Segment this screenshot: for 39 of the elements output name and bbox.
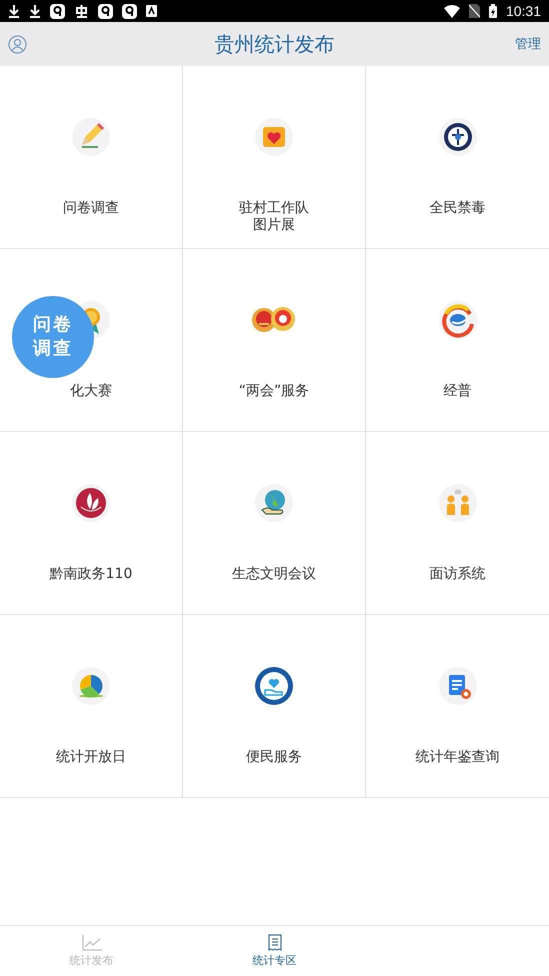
tile-label[interactable]: “两会”服务 bbox=[238, 383, 310, 400]
app-title: 贵州统计发布 bbox=[214, 30, 334, 58]
tile-label[interactable]: 统计年鉴查询 bbox=[416, 749, 500, 766]
ring-logo-icon bbox=[438, 300, 478, 340]
people-icon bbox=[438, 483, 478, 523]
globe-hand-icon bbox=[254, 483, 294, 523]
tile-label[interactable]: 化大赛 bbox=[70, 383, 112, 400]
tab[interactable]: 统计专区 bbox=[183, 926, 366, 976]
download-icon bbox=[8, 4, 20, 18]
heart-hand-icon bbox=[254, 666, 294, 706]
tile-label[interactable]: 问卷调查 bbox=[63, 200, 119, 217]
document-search-icon bbox=[438, 666, 478, 706]
heart-box-icon bbox=[254, 117, 294, 157]
tile-label[interactable]: 经普 bbox=[444, 383, 472, 400]
status-time: 10:31 bbox=[506, 3, 541, 19]
no-sim-icon bbox=[468, 4, 480, 18]
tile-label[interactable]: 驻村工作队图片展 bbox=[236, 200, 312, 234]
battery-icon bbox=[488, 4, 497, 18]
tile-label[interactable]: 面访系统 bbox=[430, 566, 486, 583]
tile-label[interactable]: 便民服务 bbox=[246, 749, 302, 766]
line-chart-icon bbox=[82, 934, 102, 950]
tile-label[interactable]: 黔南政务110 bbox=[50, 566, 132, 583]
document-icon bbox=[268, 934, 282, 951]
emblem-icon bbox=[438, 117, 478, 157]
download-icon bbox=[29, 4, 41, 18]
tile-label[interactable]: 统计开放日 bbox=[56, 749, 126, 766]
app-notification-icon bbox=[98, 4, 113, 18]
pencil-icon bbox=[71, 117, 111, 157]
tile-label[interactable]: 全民禁毒 bbox=[430, 200, 486, 217]
app-notification-icon bbox=[50, 4, 65, 18]
app-notification-icon bbox=[74, 4, 89, 18]
manage-link[interactable]: 管理 bbox=[515, 35, 541, 53]
app-notification-icon bbox=[122, 4, 137, 18]
wifi-icon bbox=[444, 4, 460, 18]
user-icon[interactable] bbox=[8, 34, 27, 54]
pie-chart-icon bbox=[71, 666, 111, 706]
leaf-logo-icon bbox=[71, 483, 111, 523]
tile-label[interactable]: 生态文明会议 bbox=[232, 566, 316, 583]
app-notification-icon bbox=[146, 5, 157, 17]
